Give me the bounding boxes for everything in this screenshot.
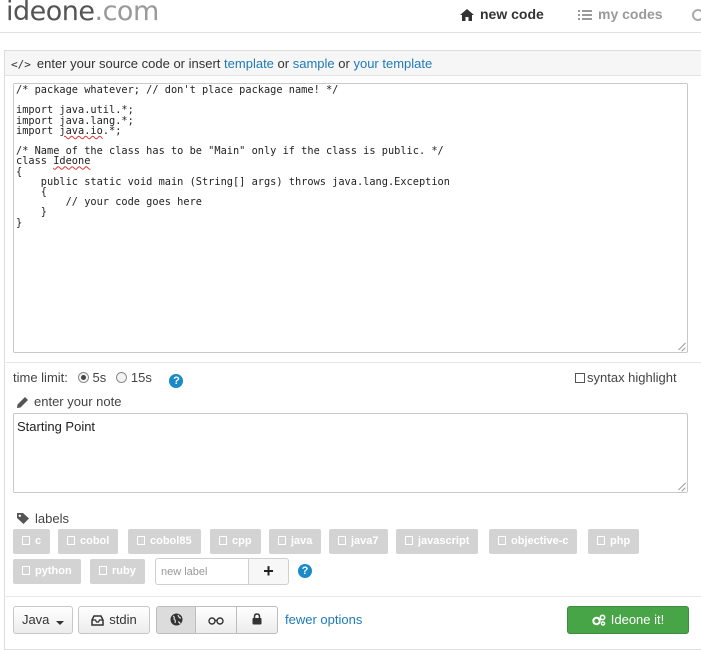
nav-help[interactable] [692, 6, 701, 22]
stdin-button[interactable]: stdin [78, 606, 150, 634]
time-5s-radio[interactable] [77, 372, 89, 383]
note-title-label: enter your note [34, 394, 122, 409]
label-tag-python[interactable]: python [13, 559, 81, 584]
note-text: Starting Point [17, 419, 96, 434]
template-link[interactable]: template [224, 56, 274, 71]
lifebuoy-icon [692, 9, 701, 21]
source-header: </> enter your source code or insert temp… [5, 51, 701, 76]
tag-label: java [291, 535, 313, 547]
ideone-it-submit-button[interactable]: Ideone it! [567, 606, 689, 634]
note-textarea[interactable]: Starting Point [13, 413, 688, 493]
top-navbar: ideone.com new code my codes [0, 0, 701, 33]
tag-label: objective-c [511, 535, 569, 547]
language-label: Java [21, 612, 50, 627]
divider [4, 596, 701, 597]
lock-icon [252, 613, 262, 625]
tag-checkbox-icon [22, 536, 30, 545]
tag-checkbox-icon [405, 536, 413, 545]
source-code-editor[interactable]: /* package whatever; // don't place pack… [13, 83, 688, 353]
label-tag-ruby[interactable]: ruby [90, 559, 145, 584]
list-icon [578, 10, 592, 20]
time-limit-label: time limit: [13, 370, 68, 385]
syntax-highlight-toggle[interactable]: syntax highlight [575, 370, 677, 385]
divider [4, 362, 701, 363]
inbox-icon [91, 615, 105, 626]
pencil-icon [17, 397, 28, 408]
tag-icon [17, 513, 29, 524]
labels-title: labels [17, 511, 69, 526]
syntax-highlight-checkbox[interactable] [575, 373, 585, 383]
submit-label: Ideone it! [610, 612, 665, 627]
tag-label: c [35, 535, 42, 547]
resize-grip-icon[interactable] [677, 482, 686, 491]
visibility-hidden-button[interactable] [195, 606, 237, 634]
label-tag-cpp[interactable]: cpp [210, 529, 261, 554]
tag-checkbox-icon [67, 536, 75, 545]
label-tag-javascript[interactable]: javascript [396, 529, 479, 554]
caret-down-icon [56, 621, 65, 625]
tag-label: cpp [232, 535, 252, 547]
tag-label: ruby [112, 565, 136, 577]
code-icon: </> [11, 58, 31, 71]
tag-checkbox-icon [137, 536, 145, 545]
labels-title-label: labels [35, 511, 69, 526]
stdin-label: stdin [109, 612, 137, 627]
label-tag-c[interactable]: c [13, 529, 51, 554]
nav-new-code-label: new code [480, 6, 544, 22]
label-tag-cobol[interactable]: cobol [58, 529, 119, 554]
visibility-private-button[interactable] [236, 606, 278, 634]
globe-icon [170, 613, 182, 626]
time-5s-label: 5s [92, 370, 107, 385]
or-text: or [277, 56, 290, 71]
logo-tld: .com [94, 0, 160, 27]
nav-my-codes-label: my codes [598, 6, 663, 22]
language-select-button[interactable]: Java [13, 606, 73, 634]
visibility-public-button[interactable] [156, 606, 196, 634]
label-tag-objective-c[interactable]: objective-c [489, 529, 578, 554]
new-label-input[interactable]: new label [155, 558, 249, 585]
time-15s-label: 15s [130, 370, 152, 385]
tag-label: cobol [80, 535, 110, 547]
time-limit-help-icon[interactable]: ? [169, 374, 184, 388]
tag-checkbox-icon [22, 566, 30, 575]
source-code-text: /* package whatever; // don't place pack… [16, 84, 450, 229]
or-text: or [338, 56, 350, 71]
tag-label: php [610, 535, 631, 547]
note-title: enter your note [17, 394, 121, 409]
label-tag-java[interactable]: java [269, 529, 322, 554]
tag-label: java7 [351, 535, 379, 547]
label-tag-cobol85[interactable]: cobol85 [128, 529, 201, 554]
tag-checkbox-icon [597, 536, 605, 545]
tag-label: cobol85 [150, 535, 192, 547]
source-header-prefix: enter your source code or insert [36, 56, 221, 71]
your-template-link[interactable]: your template [353, 56, 432, 71]
resize-grip-icon[interactable] [677, 342, 686, 351]
tag-checkbox-icon [278, 536, 286, 545]
tag-checkbox-icon [219, 536, 227, 545]
time-15s-radio[interactable] [115, 372, 127, 383]
syntax-highlight-label: syntax highlight [587, 370, 677, 385]
fewer-options-link[interactable]: fewer options [285, 612, 362, 627]
tag-label: javascript [418, 535, 470, 547]
nav-new-code[interactable]: new code [460, 6, 544, 22]
gears-icon [592, 614, 606, 626]
ideone-logo[interactable]: ideone.com [6, 0, 159, 27]
home-icon [460, 9, 474, 21]
tag-checkbox-icon [498, 536, 506, 545]
logo-text: ideone [6, 0, 95, 27]
glasses-icon [208, 617, 224, 625]
add-label-button[interactable]: + [248, 558, 289, 585]
new-label-placeholder: new label [161, 566, 208, 578]
label-tag-php[interactable]: php [588, 529, 640, 554]
tag-label: python [35, 565, 72, 577]
labels-help-icon[interactable]: ? [298, 564, 312, 578]
nav-my-codes[interactable]: my codes [578, 6, 663, 22]
tag-checkbox-icon [99, 566, 107, 575]
sample-link[interactable]: sample [293, 56, 335, 71]
label-tag-java7[interactable]: java7 [329, 529, 388, 554]
time-limit-row: time limit: 5s 15s ? [13, 370, 184, 388]
tag-checkbox-icon [338, 536, 346, 545]
